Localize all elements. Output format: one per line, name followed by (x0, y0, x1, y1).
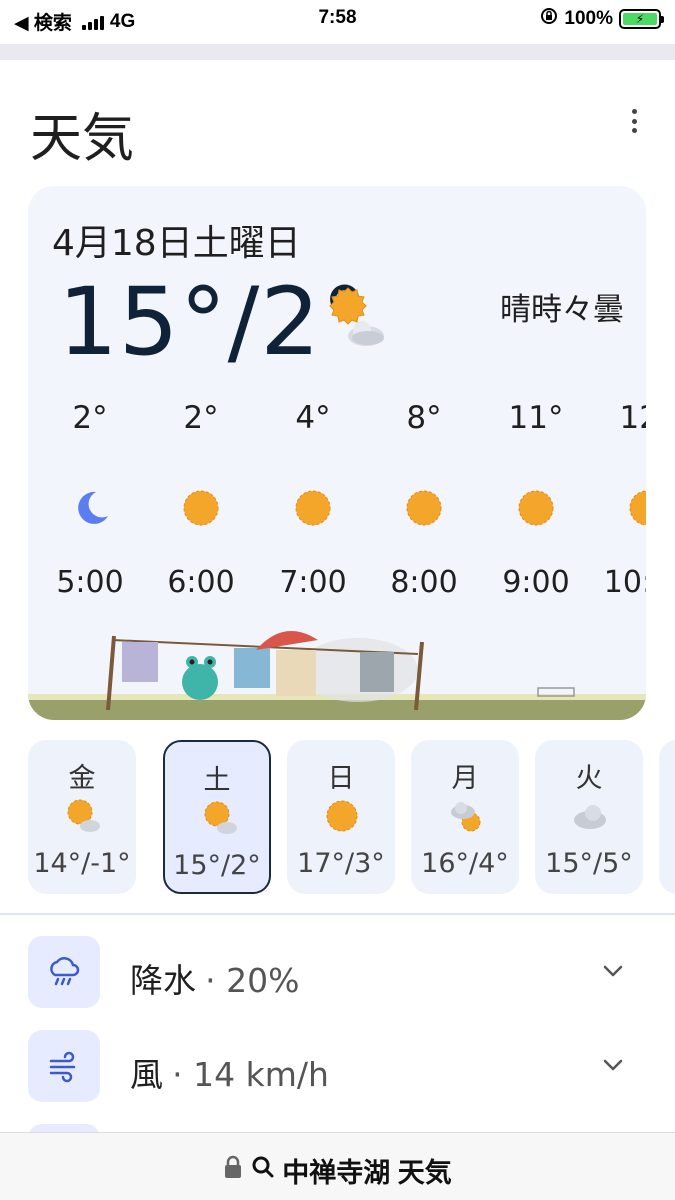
precipitation-value: 20% (226, 961, 300, 1000)
hourly-time: 10:00 (603, 565, 646, 600)
precipitation-title: 降水 (130, 962, 196, 999)
page-title: 天気 (30, 109, 135, 169)
cloud-icon (573, 798, 607, 834)
weather-page: ◀ 検索 4G 7:58 100% ⚡ 天気 4月18日土曜日 15°/2° 晴… (0, 0, 675, 1200)
wind-icon (28, 1030, 100, 1102)
status-right: 100% ⚡ (540, 7, 664, 30)
day-name: 金 (68, 763, 96, 793)
wind-value: 14 km/h (193, 1055, 329, 1094)
cloud-sun-icon (449, 798, 483, 834)
day-card-sat[interactable]: 土 15°/2° (163, 740, 271, 894)
today-date: 4月18日土曜日 (52, 223, 301, 264)
battery-icon: ⚡ (619, 8, 664, 29)
sun-icon (181, 488, 221, 528)
browser-address-bar[interactable]: 中禅寺湖 天気 (0, 1132, 675, 1200)
today-weather-card: 4月18日土曜日 15°/2° 晴時々曇 2° 5:00 2° 6:00 4° … (28, 186, 646, 720)
hourly-time: 6:00 (167, 565, 235, 600)
day-card-sun[interactable]: 日 17°/3° (287, 740, 395, 894)
wind-title: 風 (130, 1056, 163, 1093)
section-divider (0, 913, 675, 915)
precipitation-row[interactable]: 降水 · 20% (0, 936, 675, 1008)
hourly-time: 5:00 (56, 565, 124, 600)
hourly-temp: 12° (619, 400, 646, 436)
precipitation-label: 降水 · 20% (130, 961, 300, 1000)
hourly-time: 7:00 (279, 565, 347, 600)
day-card-fri[interactable]: 金 14°/-1° (28, 740, 136, 894)
day-temps: 17°/3° (297, 848, 385, 879)
hourly-temp: 11° (508, 400, 564, 436)
hourly-temp: 8° (406, 400, 442, 436)
search-query-text: 中禅寺湖 天気 (282, 1158, 452, 1188)
day-card-mon[interactable]: 月 16°/4° (411, 740, 519, 894)
sun-icon (516, 488, 556, 528)
sun-cloud-icon (203, 800, 237, 836)
sun-icon (627, 488, 646, 528)
rain-cloud-icon (28, 936, 100, 1008)
rotation-lock-icon (540, 7, 558, 30)
hourly-temp: 2° (183, 400, 219, 436)
today-high-low-temp: 15°/2° (58, 268, 370, 377)
daily-forecast[interactable]: 金 14°/-1° 土 15°/2° 日 17°/3° 月 16°/4° 火 1… (0, 740, 675, 895)
wind-label: 風 · 14 km/h (130, 1055, 329, 1094)
sun-icon (293, 488, 333, 528)
day-temps: 14°/-1° (33, 848, 131, 879)
page-top-strip (0, 44, 675, 60)
status-bar: ◀ 検索 4G 7:58 100% ⚡ (0, 0, 675, 40)
wind-row[interactable]: 風 · 14 km/h (0, 1030, 675, 1102)
hourly-temp: 2° (72, 400, 108, 436)
search-icon (251, 1155, 283, 1185)
sun-cloud-icon (66, 798, 100, 834)
day-card-tue[interactable]: 火 15°/5° (535, 740, 643, 894)
search-query-display[interactable]: 中禅寺湖 天気 (0, 1151, 675, 1190)
sun-cloud-icon (324, 286, 388, 350)
day-name: 土 (203, 765, 231, 795)
sun-icon (325, 798, 359, 834)
today-condition: 晴時々曇 (500, 292, 624, 327)
lock-icon (223, 1155, 251, 1185)
battery-percent: 100% (564, 7, 613, 29)
day-temps: 15°/2° (173, 850, 261, 881)
more-options-icon[interactable] (624, 106, 644, 136)
hourly-temp: 4° (295, 400, 331, 436)
day-card-next[interactable] (659, 740, 675, 894)
day-name: 日 (327, 763, 355, 793)
hourly-forecast[interactable]: 2° 5:00 2° 6:00 4° 7:00 8° 8:00 11° 9:00… (28, 400, 646, 600)
day-name: 火 (575, 763, 603, 793)
chevron-down-icon[interactable] (600, 1052, 626, 1078)
chevron-down-icon[interactable] (600, 958, 626, 984)
hourly-time: 8:00 (390, 565, 458, 600)
sun-icon (404, 488, 444, 528)
day-temps: 15°/5° (545, 848, 633, 879)
moon-icon (70, 488, 110, 528)
day-temps: 16°/4° (421, 848, 509, 879)
day-name: 月 (451, 763, 479, 793)
frog-laundry-illustration (28, 610, 646, 720)
hourly-time: 9:00 (502, 565, 570, 600)
